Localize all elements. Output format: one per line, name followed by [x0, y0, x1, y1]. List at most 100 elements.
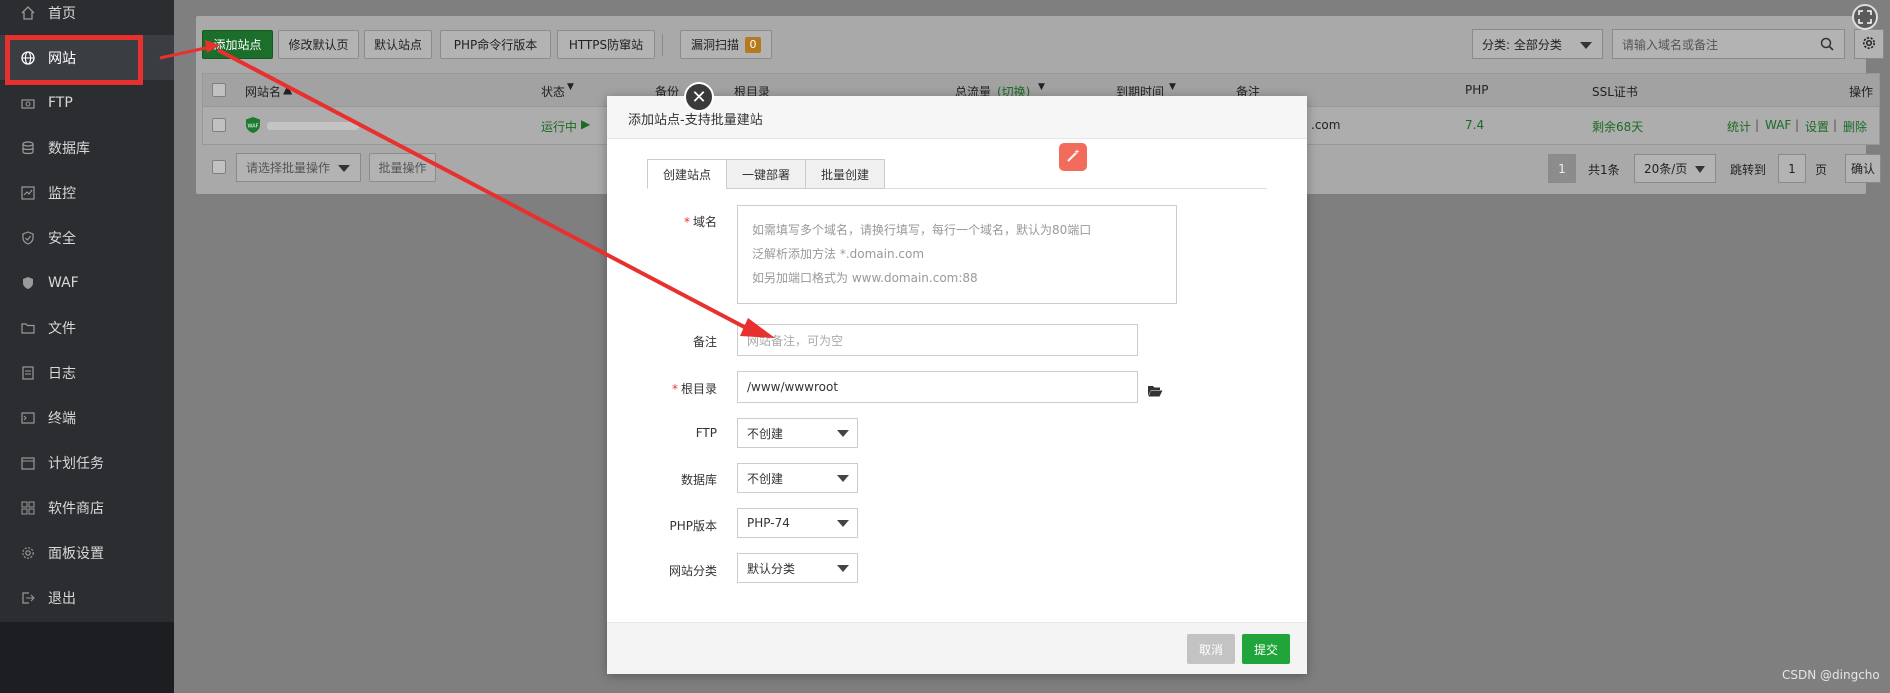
- sidebar-item-monitor[interactable]: 监控: [0, 170, 174, 215]
- submit-button[interactable]: 提交: [1242, 634, 1290, 664]
- category-select-value: 分类: 全部分类: [1482, 37, 1562, 52]
- dialog-title: 添加站点-支持批量建站: [628, 113, 763, 128]
- php-version-select-value: PHP-74: [747, 516, 790, 530]
- tab-create-site[interactable]: 创建站点: [647, 159, 727, 189]
- site-category-label: 网站分类: [668, 564, 717, 578]
- root-dir-input[interactable]: /www/wwwroot: [737, 371, 1138, 403]
- sidebar-item-label: 首页: [48, 5, 76, 22]
- ftp-label: FTP: [695, 426, 717, 440]
- root-dir-label: * 根目录: [671, 382, 717, 396]
- footer-select-all-checkbox[interactable]: [212, 160, 226, 174]
- op-separator: |: [1833, 118, 1838, 132]
- domain-label: * 域名: [683, 215, 717, 229]
- fullscreen-icon[interactable]: [1852, 4, 1878, 30]
- sidebar-item-label: 计划任务: [48, 455, 104, 472]
- tab-one-click-deploy[interactable]: 一键部署: [726, 159, 806, 189]
- folder-open-icon[interactable]: [1147, 384, 1163, 401]
- op-waf-link[interactable]: WAF: [1765, 118, 1791, 132]
- close-icon[interactable]: ✕: [684, 82, 714, 112]
- sidebar-item-store[interactable]: 软件商店: [0, 485, 174, 530]
- sidebar-item-label: 面板设置: [48, 545, 104, 562]
- chevron-down-icon: [837, 430, 849, 437]
- site-category-select[interactable]: 默认分类: [737, 553, 858, 583]
- watermark: CSDN @dingcho: [1782, 668, 1880, 682]
- tab-batch-create[interactable]: 批量创建: [805, 159, 885, 189]
- jump-page-input[interactable]: 1: [1778, 154, 1806, 183]
- per-page-value: 20条/页: [1644, 162, 1688, 176]
- sidebar-item-logs[interactable]: 日志: [0, 350, 174, 395]
- batch-operation-select[interactable]: 请选择批量操作: [236, 153, 361, 182]
- sidebar: 首页 网站 FTP 数据库 监控 安全 WAF 文件 日志 终端 计划任务 软件…: [0, 0, 174, 693]
- page-unit-label: 页: [1815, 163, 1828, 177]
- sidebar-item-home[interactable]: 首页: [0, 0, 174, 35]
- chevron-down-icon: ▼: [1169, 82, 1176, 92]
- col-status[interactable]: 状态: [541, 83, 565, 100]
- ftp-select[interactable]: 不创建: [737, 418, 858, 448]
- https-protection-button[interactable]: HTTPS防窜站: [557, 30, 655, 59]
- php-cli-version-button[interactable]: PHP命令行版本: [440, 30, 551, 59]
- op-stats-link[interactable]: 统计: [1727, 118, 1751, 135]
- site-name-redacted[interactable]: [267, 122, 359, 130]
- vuln-count-badge: 0: [745, 36, 761, 53]
- domain-hint-line: 泛解析添加方法 *.domain.com: [752, 247, 925, 261]
- database-icon: [20, 140, 36, 156]
- sidebar-item-label: 监控: [48, 185, 76, 202]
- chevron-down-icon: ▼: [567, 82, 574, 92]
- row-checkbox[interactable]: [212, 118, 226, 132]
- sidebar-item-terminal[interactable]: 终端: [0, 395, 174, 440]
- svg-text:WAF: WAF: [248, 124, 259, 130]
- search-placeholder: 请输入域名或备注: [1622, 37, 1719, 52]
- status-running[interactable]: 运行中: [541, 118, 577, 135]
- row-ssl-remaining[interactable]: 剩余68天: [1592, 118, 1643, 135]
- database-label: 数据库: [680, 473, 717, 487]
- sidebar-item-cron[interactable]: 计划任务: [0, 440, 174, 485]
- apps-icon: [20, 500, 36, 516]
- jump-to-label: 跳转到: [1730, 163, 1767, 177]
- php-version-label: PHP版本: [669, 519, 718, 533]
- sidebar-item-settings[interactable]: 面板设置: [0, 530, 174, 575]
- shield-icon: [20, 230, 36, 246]
- sidebar-item-waf[interactable]: WAF: [0, 260, 174, 305]
- sidebar-item-database[interactable]: 数据库: [0, 125, 174, 170]
- col-ops: 操作: [1849, 85, 1874, 99]
- select-all-checkbox[interactable]: [212, 83, 226, 97]
- settings-gear-button[interactable]: [1854, 29, 1884, 59]
- sidebar-item-files[interactable]: 文件: [0, 305, 174, 350]
- vuln-scan-label: 漏洞扫描: [690, 38, 739, 52]
- cancel-button[interactable]: 取消: [1187, 634, 1235, 664]
- modify-default-page-button[interactable]: 修改默认页: [278, 30, 359, 59]
- op-settings-link[interactable]: 设置: [1805, 118, 1829, 135]
- remark-input[interactable]: 网站备注，可为空: [737, 324, 1138, 356]
- sidebar-item-label: WAF: [48, 274, 79, 291]
- database-select[interactable]: 不创建: [737, 463, 858, 493]
- sidebar-item-website[interactable]: 网站: [0, 35, 174, 80]
- domain-textarea[interactable]: 如需填写多个域名，请换行填写，每行一个域名，默认为80端口 泛解析添加方法 *.…: [737, 205, 1177, 304]
- vuln-scan-button[interactable]: 漏洞扫描 0: [680, 30, 772, 59]
- per-page-select[interactable]: 20条/页: [1634, 154, 1716, 183]
- search-icon[interactable]: [1820, 37, 1834, 54]
- sidebar-item-security[interactable]: 安全: [0, 215, 174, 260]
- sidebar-item-ftp[interactable]: FTP: [0, 80, 174, 125]
- op-delete-link[interactable]: 删除: [1843, 118, 1867, 135]
- row-php-version[interactable]: 7.4: [1465, 118, 1484, 132]
- page-1-button[interactable]: 1: [1548, 154, 1576, 183]
- default-site-button[interactable]: 默认站点: [364, 30, 432, 59]
- total-count: 共1条: [1588, 163, 1620, 177]
- jump-confirm-button[interactable]: 确认: [1845, 154, 1881, 183]
- chevron-down-icon: [837, 520, 849, 527]
- toolbar-divider: [662, 34, 663, 56]
- database-select-value: 不创建: [747, 471, 784, 486]
- chevron-down-icon: ▼: [1038, 82, 1045, 92]
- batch-operation-button[interactable]: 批量操作: [369, 153, 436, 182]
- sidebar-item-logout[interactable]: 退出: [0, 575, 174, 620]
- op-separator: |: [1795, 118, 1800, 132]
- search-input[interactable]: 请输入域名或备注: [1612, 29, 1845, 59]
- add-site-button[interactable]: 添加站点: [202, 30, 273, 59]
- add-site-dialog: 添加站点-支持批量建站 创建站点 一键部署 批量创建 * 域名 如需填写多个域名，…: [607, 96, 1307, 674]
- php-version-select[interactable]: PHP-74: [737, 508, 858, 538]
- category-select[interactable]: 分类: 全部分类: [1472, 29, 1603, 59]
- folder-icon: [20, 320, 36, 336]
- col-site-name[interactable]: 网站名: [245, 83, 281, 100]
- col-ssl: SSL证书: [1592, 85, 1638, 99]
- globe-icon: [20, 50, 36, 66]
